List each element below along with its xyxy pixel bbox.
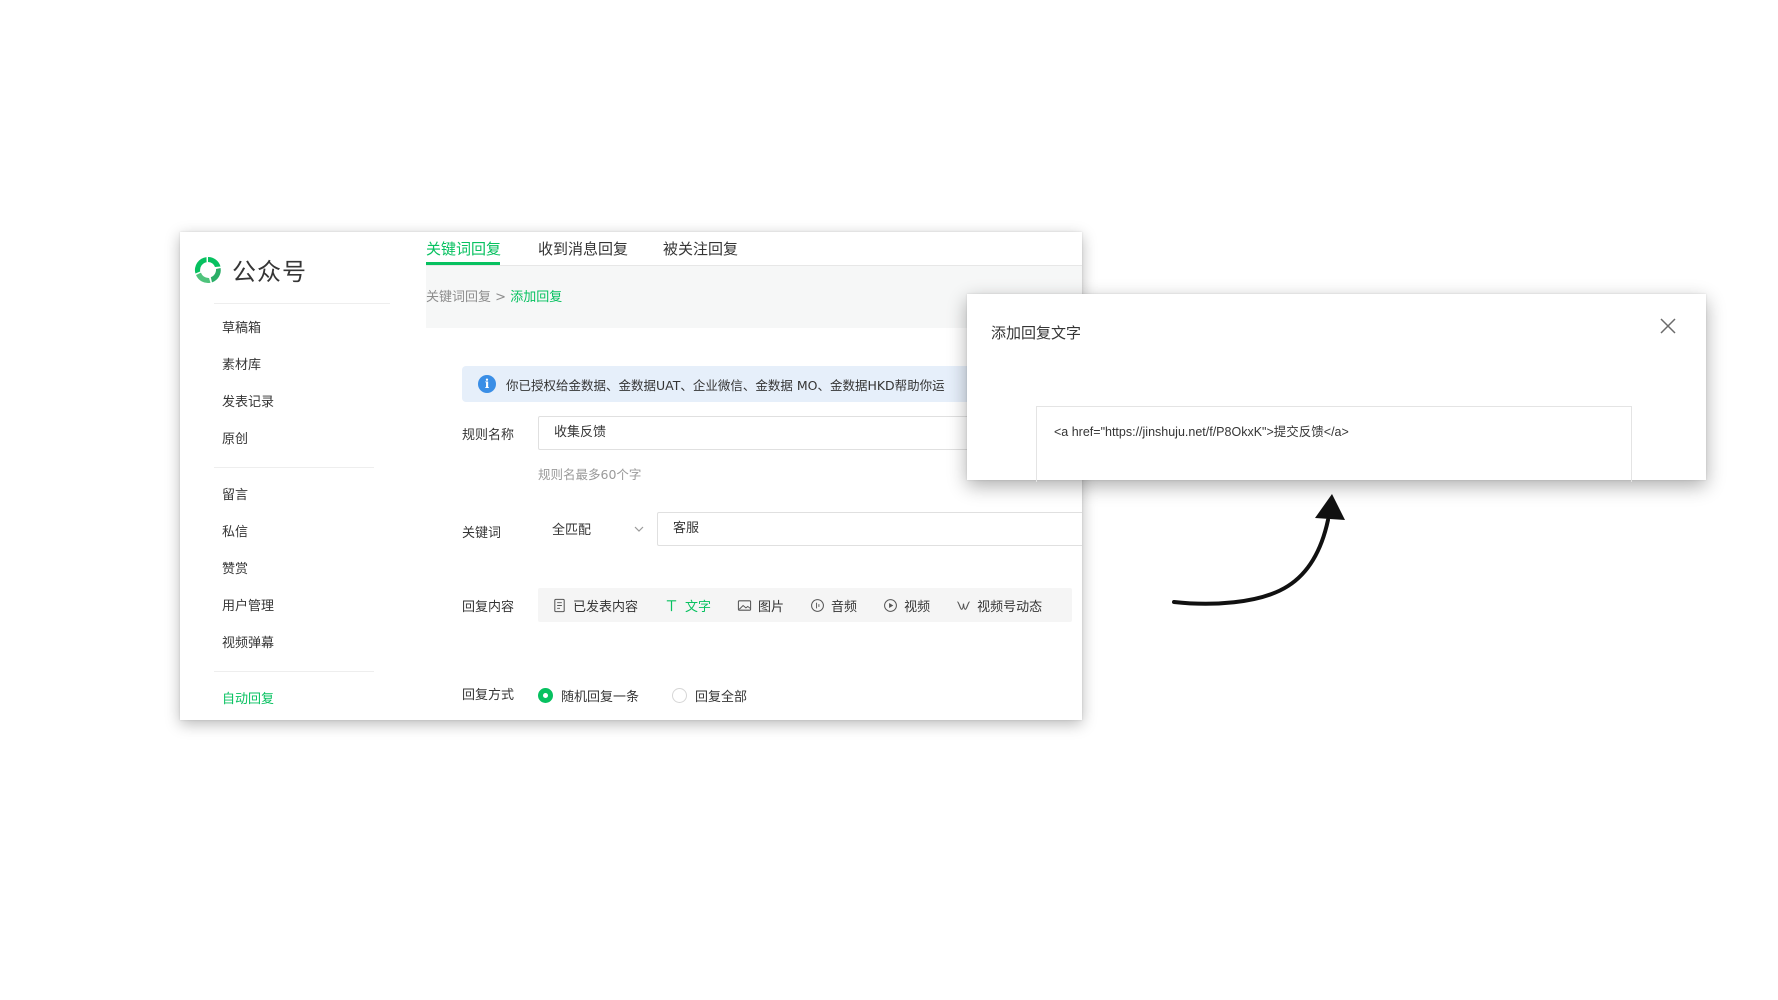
keyword-label: 关键词 (462, 526, 502, 541)
wechat-official-logo-icon (194, 256, 221, 283)
reply-type-label: 视频号动态 (977, 599, 1043, 615)
reply-type-image[interactable]: 图片 (737, 596, 784, 615)
reply-mode-all-radio[interactable]: 回复全部 (672, 686, 747, 705)
active-tab-indicator (426, 262, 500, 265)
sidebar-item-messages[interactable]: 私信 (222, 514, 392, 551)
reply-type-label: 音频 (831, 599, 858, 615)
notice-text: 你已授权给金数据、金数据UAT、企业微信、金数据 MO、金数据HKD帮助你运 (506, 377, 945, 393)
tab-message-reply[interactable]: 收到消息回复 (538, 238, 628, 259)
breadcrumb: 关键词回复 > 添加回复 (426, 286, 562, 305)
text-icon (666, 599, 677, 611)
reply-type-audio[interactable]: 音频 (810, 596, 857, 615)
reply-type-label: 图片 (758, 599, 785, 615)
sidebar-menu: 草稿箱 素材库 发表记录 原创 留言 私信 赞赏 用户管理 视频弹幕 自动回复 (214, 310, 392, 718)
reply-type-bar: 已发表内容 文字 图片 音频 视频 视频号动态 (538, 588, 1072, 622)
reply-type-published[interactable]: 已发表内容 (552, 596, 638, 615)
match-mode-value: 全匹配 (552, 523, 592, 538)
breadcrumb-current: 添加回复 (510, 290, 563, 305)
info-icon: i (478, 375, 496, 393)
sidebar-item-comments[interactable]: 留言 (222, 477, 392, 514)
sidebar-item-rewards[interactable]: 赞赏 (222, 551, 392, 588)
sidebar-item-original[interactable]: 原创 (222, 421, 392, 458)
keyword-input[interactable]: 客服 (657, 512, 1082, 546)
dialog-title: 添加回复文字 (991, 324, 1082, 342)
reply-mode-random-radio[interactable]: 随机回复一条 (538, 686, 639, 705)
reply-content-label: 回复内容 (462, 600, 515, 615)
sidebar-item-user-management[interactable]: 用户管理 (222, 588, 392, 625)
reply-type-label: 已发表内容 (573, 599, 639, 615)
tab-follow-reply[interactable]: 被关注回复 (663, 238, 738, 259)
sidebar-divider (214, 467, 374, 468)
radio-label: 回复全部 (695, 690, 748, 705)
app-logo[interactable]: 公众号 (192, 252, 307, 287)
chevron-down-icon (634, 526, 644, 532)
admin-window: 公众号 草稿箱 素材库 发表记录 原创 留言 私信 赞赏 用户管理 视频弹幕 自… (180, 232, 1082, 720)
reply-type-text[interactable]: 文字 (664, 596, 711, 615)
sidebar-item-publish-records[interactable]: 发表记录 (222, 384, 392, 421)
video-icon (884, 598, 897, 612)
reply-text-editor[interactable]: <a href="https://jinshuju.net/f/P8OkxK">… (1036, 406, 1632, 482)
tabs-bar: 关键词回复 收到消息回复 被关注回复 (426, 232, 1082, 266)
reply-type-label: 文字 (685, 599, 712, 615)
reply-type-video[interactable]: 视频 (883, 596, 930, 615)
document-icon (554, 598, 565, 612)
channels-icon (957, 600, 970, 610)
rule-name-hint: 规则名最多60个字 (538, 467, 642, 482)
sidebar-item-auto-reply[interactable]: 自动回复 (222, 681, 392, 718)
sidebar-divider (214, 303, 390, 304)
reply-type-label: 视频 (904, 599, 931, 615)
match-mode-select[interactable]: 全匹配 (538, 514, 650, 548)
close-icon[interactable] (1656, 314, 1680, 338)
image-icon (737, 599, 752, 611)
reply-type-channels[interactable]: 视频号动态 (956, 596, 1042, 615)
sidebar-item-materials[interactable]: 素材库 (222, 347, 392, 384)
reply-mode-label: 回复方式 (462, 688, 515, 703)
sidebar-item-drafts[interactable]: 草稿箱 (222, 310, 392, 347)
add-reply-text-dialog: 添加回复文字 <a href="https://jinshuju.net/f/P… (967, 294, 1706, 482)
sidebar-item-video-danmaku[interactable]: 视频弹幕 (222, 625, 392, 662)
rule-name-label: 规则名称 (462, 428, 515, 443)
annotation-arrow-icon (1172, 494, 1345, 606)
breadcrumb-separator: > (495, 290, 507, 305)
radio-label: 随机回复一条 (561, 690, 640, 705)
app-name: 公众号 (232, 258, 307, 286)
sidebar-divider (214, 671, 374, 672)
sidebar: 公众号 草稿箱 素材库 发表记录 原创 留言 私信 赞赏 用户管理 视频弹幕 自… (180, 232, 426, 720)
audio-icon (811, 598, 824, 612)
breadcrumb-parent[interactable]: 关键词回复 (426, 290, 491, 305)
radio-checked-icon (538, 688, 553, 703)
tab-keyword-reply[interactable]: 关键词回复 (426, 238, 501, 259)
radio-unchecked-icon (672, 688, 687, 703)
